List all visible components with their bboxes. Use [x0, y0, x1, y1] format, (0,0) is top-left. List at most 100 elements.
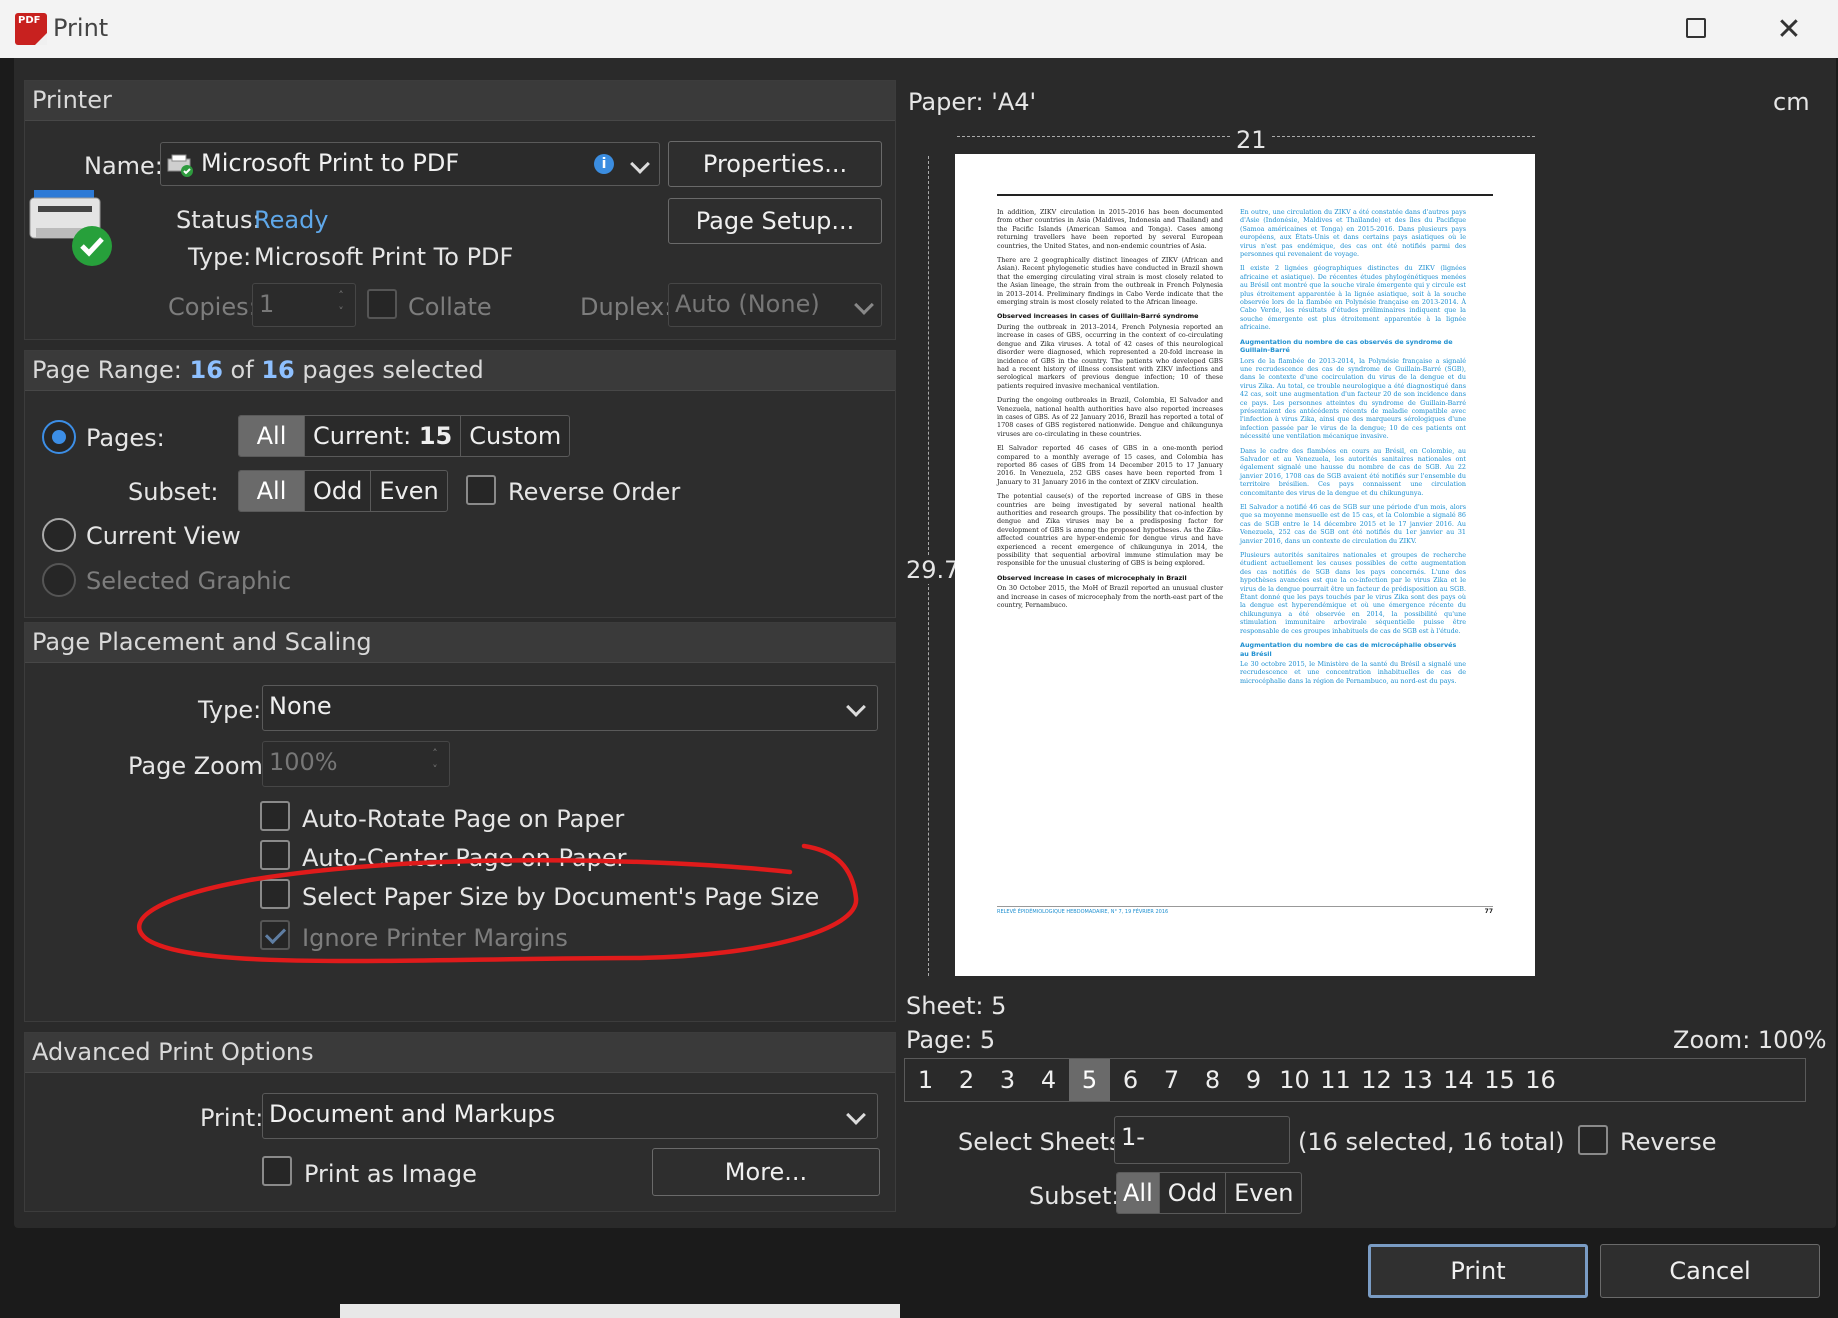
document-footer: RELEVÉ ÉPIDÉMIOLOGIQUE HEBDOMADAIRE, N° … — [997, 906, 1493, 915]
print-content-select[interactable]: Document and Markups — [262, 1093, 878, 1139]
reverse-order-label: Reverse Order — [508, 478, 681, 506]
placement-type-label: Type: — [198, 696, 262, 724]
page-label: Page: 5 — [906, 1026, 996, 1054]
printer-select[interactable]: Microsoft Print to PDF — [160, 142, 660, 186]
pdf-app-icon: PDF — [15, 13, 47, 45]
sheet-subset-label: Subset: — [1029, 1182, 1120, 1210]
page-preview[interactable]: In addition, ZIKV circulation in 2015–20… — [955, 154, 1535, 976]
sheet-label: Sheet: 5 — [906, 992, 1007, 1020]
select-paper-size-label: Select Paper Size by Document's Page Siz… — [302, 883, 820, 911]
unit-label: cm — [1773, 88, 1810, 116]
page-number-button[interactable]: 7 — [1151, 1059, 1192, 1101]
sheet-subset-even[interactable]: Even — [1226, 1173, 1301, 1213]
collate-checkbox[interactable] — [367, 289, 397, 319]
french-column: En outre, une circulation du ZIKV a été … — [1240, 208, 1466, 685]
page-number-button[interactable]: 8 — [1192, 1059, 1233, 1101]
page-range-header: Page Range: 16 of 16 pages selected — [25, 351, 895, 391]
document-page-number: 77 — [1484, 908, 1493, 915]
paper-width-label: 21 — [1232, 126, 1271, 154]
sheet-subset-odd[interactable]: Odd — [1160, 1173, 1227, 1213]
copies-label: Copies: — [168, 293, 257, 321]
type-label: Type: — [188, 243, 252, 271]
cancel-button[interactable]: Cancel — [1600, 1244, 1820, 1298]
page-number-button[interactable]: 9 — [1233, 1059, 1274, 1101]
page-navigator: 1 2 3 4 5 6 7 8 9 10 11 12 13 14 15 16 — [904, 1058, 1806, 1102]
print-button[interactable]: Print — [1368, 1244, 1588, 1298]
ignore-margins-label: Ignore Printer Margins — [302, 924, 568, 952]
page-number-button[interactable]: 1 — [905, 1059, 946, 1101]
printer-small-icon — [167, 154, 193, 177]
page-number-button[interactable]: 4 — [1028, 1059, 1069, 1101]
ignore-margins-checkbox[interactable] — [260, 920, 290, 950]
advanced-header: Advanced Print Options — [25, 1033, 895, 1073]
current-view-label: Current View — [86, 522, 241, 550]
duplex-select[interactable]: Auto (None) — [668, 283, 882, 327]
print-as-image-label: Print as Image — [304, 1160, 477, 1188]
page-zoom-label: Page Zoom: — [128, 752, 272, 780]
select-sheets-input[interactable]: 1- — [1114, 1116, 1290, 1164]
sheet-subset-all[interactable]: All — [1117, 1173, 1160, 1213]
mode-all[interactable]: All — [239, 416, 305, 456]
print-as-image-checkbox[interactable] — [262, 1156, 292, 1186]
close-icon[interactable]: ✕ — [1769, 10, 1809, 50]
selected-graphic-label: Selected Graphic — [86, 567, 292, 595]
subset-even[interactable]: Even — [371, 471, 446, 511]
page-number-button[interactable]: 2 — [946, 1059, 987, 1101]
selected-graphic-radio[interactable] — [42, 563, 76, 597]
page-number-button[interactable]: 3 — [987, 1059, 1028, 1101]
page-number-button[interactable]: 13 — [1397, 1059, 1438, 1101]
auto-center-checkbox[interactable] — [260, 840, 290, 870]
paper-height-label: 29.7 — [906, 556, 960, 584]
more-button[interactable]: More... — [652, 1148, 880, 1196]
sheet-subset-segmented: All Odd Even — [1116, 1172, 1303, 1214]
auto-center-label: Auto-Center Page on Paper — [302, 844, 627, 872]
reverse-order-checkbox[interactable] — [466, 475, 496, 505]
pages-label: Pages: — [86, 424, 165, 452]
title-bar: PDF Print ✕ — [0, 0, 1838, 58]
page-setup-button[interactable]: Page Setup... — [668, 198, 882, 244]
printer-name-label: Name: — [84, 152, 163, 180]
page-number-button[interactable]: 10 — [1274, 1059, 1315, 1101]
page-zoom-field[interactable]: 100% ˄ ˅ — [262, 741, 450, 787]
page-number-button[interactable]: 15 — [1479, 1059, 1520, 1101]
printer-group-header: Printer — [25, 81, 895, 121]
reverse-sheets-checkbox[interactable] — [1578, 1125, 1608, 1155]
page-number-button[interactable]: 12 — [1356, 1059, 1397, 1101]
paper-size-label: Paper: 'A4' — [908, 88, 1037, 116]
maximize-icon[interactable] — [1686, 18, 1706, 38]
select-paper-size-checkbox[interactable] — [260, 879, 290, 909]
placement-header: Page Placement and Scaling — [25, 623, 895, 663]
page-number-button[interactable]: 5 — [1069, 1059, 1110, 1101]
collate-label: Collate — [408, 293, 492, 321]
auto-rotate-checkbox[interactable] — [260, 801, 290, 831]
select-sheets-label: Select Sheets: — [958, 1128, 1130, 1156]
pages-radio[interactable] — [42, 420, 76, 454]
page-number-button[interactable]: 6 — [1110, 1059, 1151, 1101]
subset-all[interactable]: All — [239, 471, 305, 511]
duplex-label: Duplex: — [580, 293, 673, 321]
status-value: Ready — [254, 206, 329, 234]
page-number-button[interactable]: 14 — [1438, 1059, 1479, 1101]
subset-segmented: All Odd Even — [238, 470, 448, 512]
select-sheets-info: (16 selected, 16 total) — [1298, 1128, 1565, 1156]
page-number-button[interactable]: 16 — [1520, 1059, 1561, 1101]
copies-field[interactable]: 1 ˄ ˅ — [252, 283, 356, 327]
placement-type-select[interactable]: None — [262, 685, 878, 731]
mode-current[interactable]: Current: 15 — [305, 416, 462, 456]
reverse-sheets-label: Reverse — [1620, 1128, 1717, 1156]
current-view-radio[interactable] — [42, 518, 76, 552]
mode-custom[interactable]: Custom — [461, 416, 569, 456]
info-icon[interactable]: i — [594, 154, 614, 174]
print-content-label: Print: — [200, 1104, 264, 1132]
status-label: Status: — [176, 206, 261, 234]
subset-odd[interactable]: Odd — [305, 471, 372, 511]
window-title: Print — [53, 14, 109, 42]
page-mode-segmented: All Current: 15 Custom — [238, 415, 571, 457]
type-value: Microsoft Print To PDF — [254, 243, 514, 271]
english-column: In addition, ZIKV circulation in 2015–20… — [997, 208, 1223, 610]
background-window-sliver — [340, 1304, 900, 1318]
zoom-label: Zoom: 100% — [1673, 1026, 1827, 1054]
properties-button[interactable]: Properties... — [668, 141, 882, 187]
subset-label: Subset: — [128, 478, 219, 506]
page-number-button[interactable]: 11 — [1315, 1059, 1356, 1101]
